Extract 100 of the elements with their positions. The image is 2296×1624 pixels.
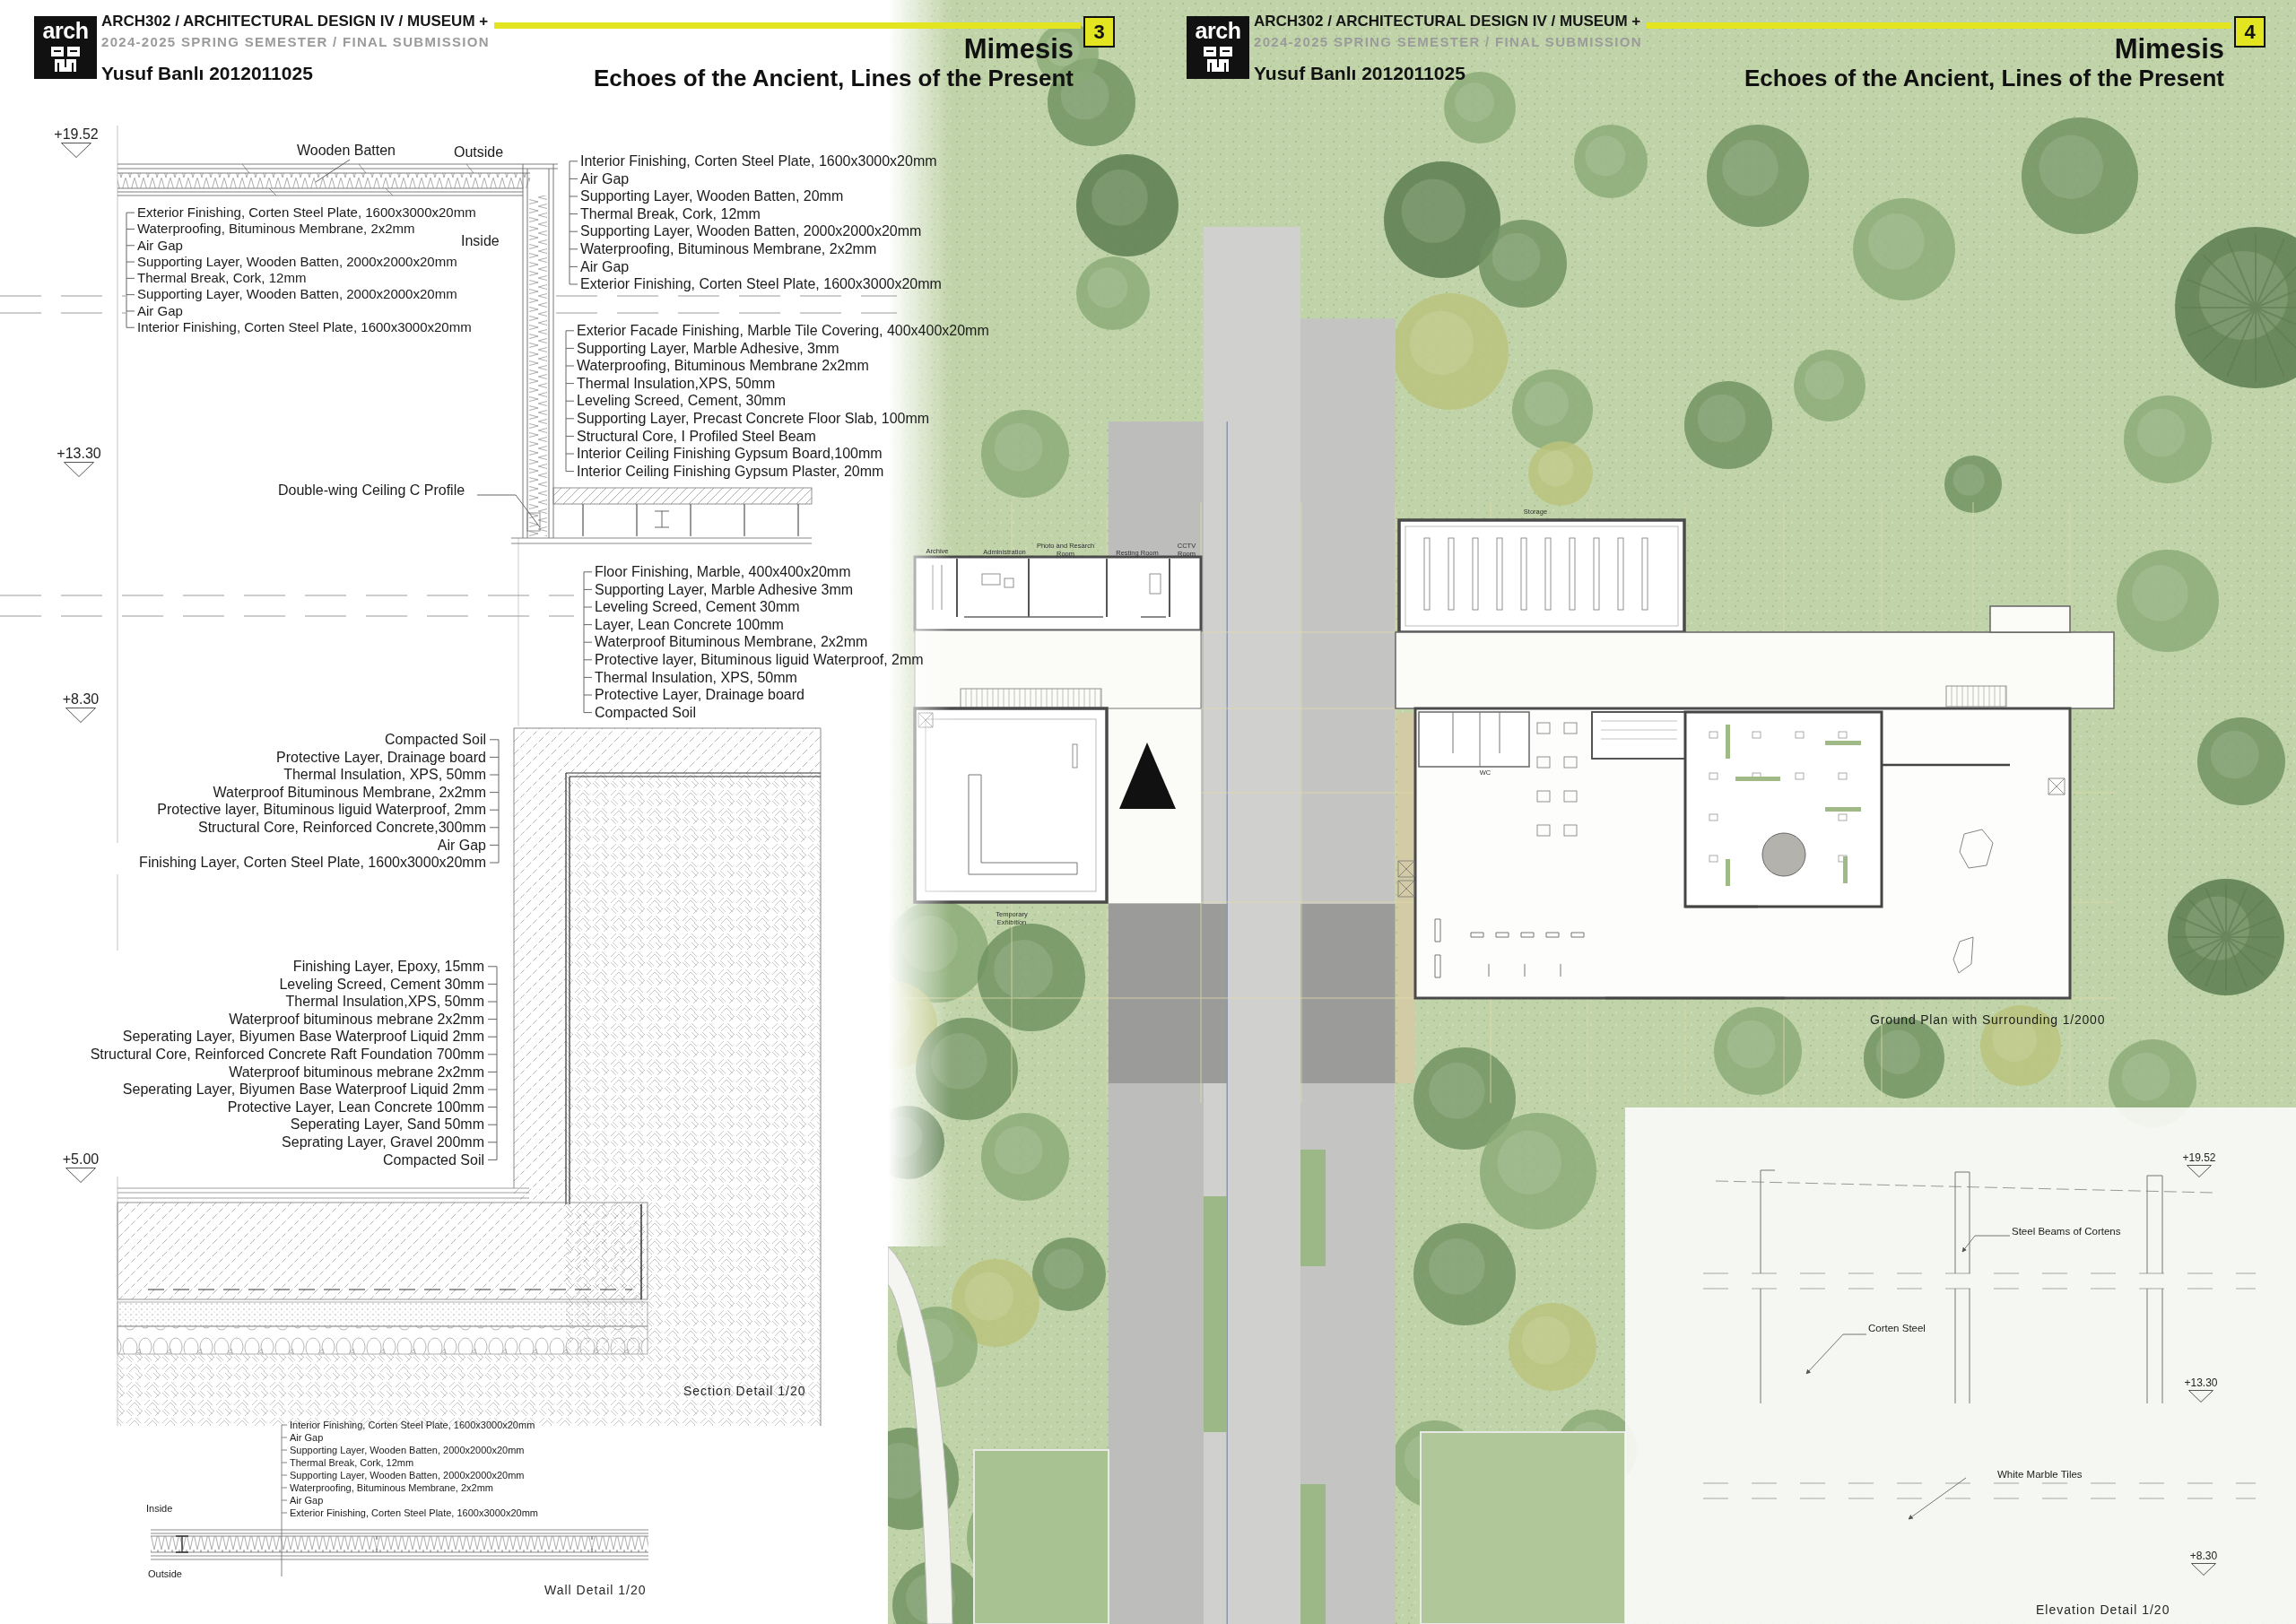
layer-label: Seperating Layer, Sand 50mm	[290, 1116, 484, 1133]
project-title: Mimesis	[2114, 34, 2224, 65]
layer-label: Supporting Layer, Wooden Batten, 2000x2000x20mm	[137, 286, 457, 303]
semester-label: 2024-2025 SPRING SEMESTER / FINAL SUBMISSION	[1254, 34, 1642, 50]
callout-label: Outside	[148, 1568, 182, 1580]
tree	[1944, 456, 2002, 513]
layer-label: Supporting Layer, Marble Adhesive 3mm	[595, 580, 854, 599]
layer-label: Finishing Layer, Epoxy, 15mm	[292, 958, 484, 976]
layer-label: Finishing Layer, Corten Steel Plate, 1600x3000x20mm	[139, 854, 486, 872]
leader-line	[476, 494, 541, 528]
layer-label: Waterproofing, Bituminous Membrane, 2x2mm	[290, 1481, 493, 1494]
author-label: Yusuf Banlı 2012011025	[1254, 63, 1465, 84]
layer-label: Air Gap	[137, 302, 183, 320]
layer-label: Thermal Insulation,XPS, 50mm	[577, 374, 776, 393]
layer-label: Exterior Finishing, Corten Steel Plate, 1600x3000x20mm	[137, 204, 476, 221]
layer-label: Compacted Soil	[595, 703, 696, 722]
logo-mark-icon	[1203, 46, 1233, 73]
leader-line	[315, 159, 351, 183]
level-marker-icon	[61, 143, 91, 158]
layer-label: Protective layer, Bituminous liguid Waterproof, 2mm	[157, 801, 486, 819]
page-number: 3	[1083, 16, 1115, 48]
layer-label: Supporting Layer, Wooden Batten, 20mm	[580, 187, 844, 205]
layer-label: Protective Layer, Lean Concrete 100mm	[227, 1098, 484, 1116]
callout-label: White Marble Tiles	[1997, 1468, 2083, 1481]
layer-label: Air Gap	[437, 836, 486, 855]
project-title: Mimesis	[963, 34, 1074, 65]
layer-label: Air Gap	[580, 257, 630, 276]
layer-label: Waterproofing, Bituminous Membrane, 2x2mm	[580, 239, 877, 258]
level-marker-icon	[64, 462, 94, 477]
layer-label: Waterproofing, Bituminous Membrane 2x2mm	[577, 357, 869, 375]
layer-label: Thermal Insulation, XPS, 50mm	[595, 668, 797, 687]
drawing-caption: Section Detail 1/20	[683, 1383, 806, 1399]
callout-label: Inside	[146, 1502, 173, 1515]
layer-label: Air Gap	[580, 169, 630, 188]
layer-label: Thermal Break, Cork, 12mm	[137, 270, 307, 287]
level-label: +19.52	[54, 126, 99, 143]
layer-label: Seperating Layer, Biyumen Base Waterproof Liquid 2mm	[122, 1081, 484, 1099]
layer-label: Waterproof bituminous mebrane 2x2mm	[229, 1063, 484, 1081]
logo-text: arch	[1195, 19, 1241, 43]
layer-label: Leveling Screed, Cement 30mm	[595, 598, 800, 616]
layer-label: Air Gap	[137, 237, 183, 254]
layer-label: Waterproof bituminous mebrane 2x2mm	[229, 1010, 484, 1029]
north-arrow-icon	[1119, 743, 1176, 809]
layer-label: Supporting Layer, Wooden Batten, 2000x2000x20mm	[137, 253, 457, 271]
layer-label: Seperating Layer, Biyumen Base Waterproof Liquid 2mm	[122, 1028, 484, 1046]
drawing-caption: Elevation Detail 1/20	[2036, 1602, 2170, 1618]
layer-label: Supporting Layer, Wooden Batten, 2000x2000x20mm	[290, 1444, 525, 1456]
layer-label: Thermal Insulation, XPS, 50mm	[283, 766, 486, 784]
layer-label: Waterproofing, Bituminous Membrane, 2x2mm	[137, 221, 415, 238]
level-label: +19.52	[2182, 1151, 2216, 1165]
course-title: ARCH302 / ARCHITECTURAL DESIGN IV / MUSEUM +	[1254, 13, 1641, 30]
layer-label: Waterproof Bituminous Membrane, 2x2mm	[595, 633, 868, 651]
layer-label: Structural Core, Reinforced Concrete,300mm	[197, 818, 486, 837]
logo-text: arch	[42, 19, 89, 43]
layer-label: Structural Core, Reinforced Concrete Raft Foundation 700mm	[90, 1045, 484, 1064]
layer-label: Air Gap	[290, 1494, 324, 1507]
layer-label: Supporting Layer, Marble Adhesive, 3mm	[577, 339, 839, 358]
layer-label: Supporting Layer, Precast Concrete Floor Slab, 100mm	[577, 409, 930, 428]
layer-label: Protective Layer, Drainage board	[276, 748, 486, 767]
callout-label: Steel Beams of Cortens	[2012, 1225, 2121, 1238]
callout-label: Corten Steel	[1868, 1322, 1926, 1334]
page-number: 4	[2234, 16, 2266, 48]
drawing-caption: Ground Plan with Surrounding 1/2000	[1870, 1012, 2106, 1028]
callout-label: Double-wing Ceiling C Profile	[278, 482, 465, 499]
level-marker-icon	[2188, 1390, 2213, 1403]
layer-label: Exterior Finishing, Corten Steel Plate, 1600x3000x20mm	[290, 1507, 538, 1519]
project-subtitle: Echoes of the Ancient, Lines of the Present	[593, 65, 1074, 91]
level-label: +8.30	[62, 690, 100, 708]
level-marker-icon	[2191, 1563, 2216, 1576]
level-marker-icon	[65, 708, 96, 723]
layer-label: Supporting Layer, Wooden Batten, 2000x2000x20mm	[290, 1469, 525, 1481]
layer-label: Interior Ceiling Finishing Gypsum Board,100mm	[577, 445, 883, 463]
author-label: Yusuf Banlı 2012011025	[101, 63, 313, 84]
project-subtitle: Echoes of the Ancient, Lines of the Present	[1744, 65, 2224, 91]
callout-label: Inside	[461, 232, 500, 250]
level-label: +8.30	[2189, 1550, 2218, 1563]
layer-label: Exterior Finishing, Corten Steel Plate, 1600x3000x20mm	[580, 275, 942, 293]
logo-mark-icon	[50, 46, 81, 73]
semester-label: 2024-2025 SPRING SEMESTER / FINAL SUBMISSION	[101, 34, 490, 50]
level-label: +13.30	[57, 445, 101, 462]
level-marker-icon	[2187, 1165, 2212, 1177]
layer-label: Leveling Screed, Cement, 30mm	[577, 392, 786, 410]
layer-label: Air Gap	[290, 1431, 324, 1444]
layer-label: Layer, Lean Concrete 100mm	[595, 615, 784, 634]
layer-label: Waterproof Bituminous Membrane, 2x2mm	[213, 783, 486, 802]
layer-label: Thermal Break, Cork, 12mm	[580, 204, 761, 223]
layer-label: Interior Finishing, Corten Steel Plate, 1600x3000x20mm	[137, 319, 472, 336]
level-label: +5.00	[62, 1151, 100, 1168]
layer-label: Floor Finishing, Marble, 400x400x20mm	[595, 563, 851, 581]
layer-label: Supporting Layer, Wooden Batten, 2000x2000x20mm	[580, 222, 922, 240]
layer-label: Exterior Facade Finishing, Marble Tile Covering, 400x400x20mm	[577, 322, 989, 340]
layer-label: Leveling Screed, Cement 30mm	[279, 975, 484, 994]
layer-label: Thermal Break, Cork, 12mm	[290, 1456, 414, 1469]
level-label: +13.30	[2184, 1376, 2218, 1390]
layer-label: Compacted Soil	[385, 731, 486, 749]
course-title: ARCH302 / ARCHITECTURAL DESIGN IV / MUSEUM +	[101, 13, 489, 30]
layer-label: Compacted Soil	[383, 1151, 484, 1169]
tree	[1528, 441, 1593, 506]
layer-label: Interior Finishing, Corten Steel Plate, 1600x3000x20mm	[290, 1419, 535, 1431]
callout-label: Outside	[454, 143, 504, 161]
